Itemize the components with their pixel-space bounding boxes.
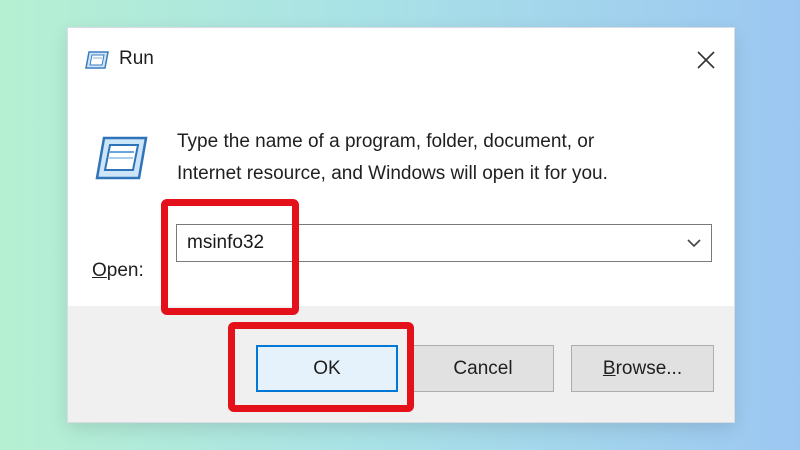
input-highlight-box (161, 199, 299, 315)
chevron-down-icon (687, 239, 701, 248)
run-icon (95, 136, 148, 180)
close-button[interactable] (692, 46, 720, 74)
dropdown-button[interactable] (685, 234, 703, 252)
title-bar: Run (68, 28, 734, 92)
close-icon (697, 51, 715, 69)
browse-button[interactable]: Browse... (571, 345, 714, 392)
open-label: Open: (92, 260, 144, 282)
browse-mnemonic: B (602, 357, 616, 379)
description-text: Type the name of a program, folder, docu… (177, 126, 697, 190)
browse-label-rest: rowse... (615, 357, 683, 379)
open-label-mnemonic: O (92, 260, 107, 281)
ok-highlight-box (228, 322, 414, 412)
cancel-button[interactable]: Cancel (412, 345, 554, 392)
open-label-rest: pen: (106, 260, 144, 281)
run-icon (85, 51, 109, 69)
window-title: Run (119, 48, 154, 69)
description-line-1: Type the name of a program, folder, docu… (177, 131, 595, 152)
run-dialog: Run Type the name of a program, folder, … (68, 28, 734, 422)
description-line-2: Internet resource, and Windows will open… (177, 163, 608, 184)
